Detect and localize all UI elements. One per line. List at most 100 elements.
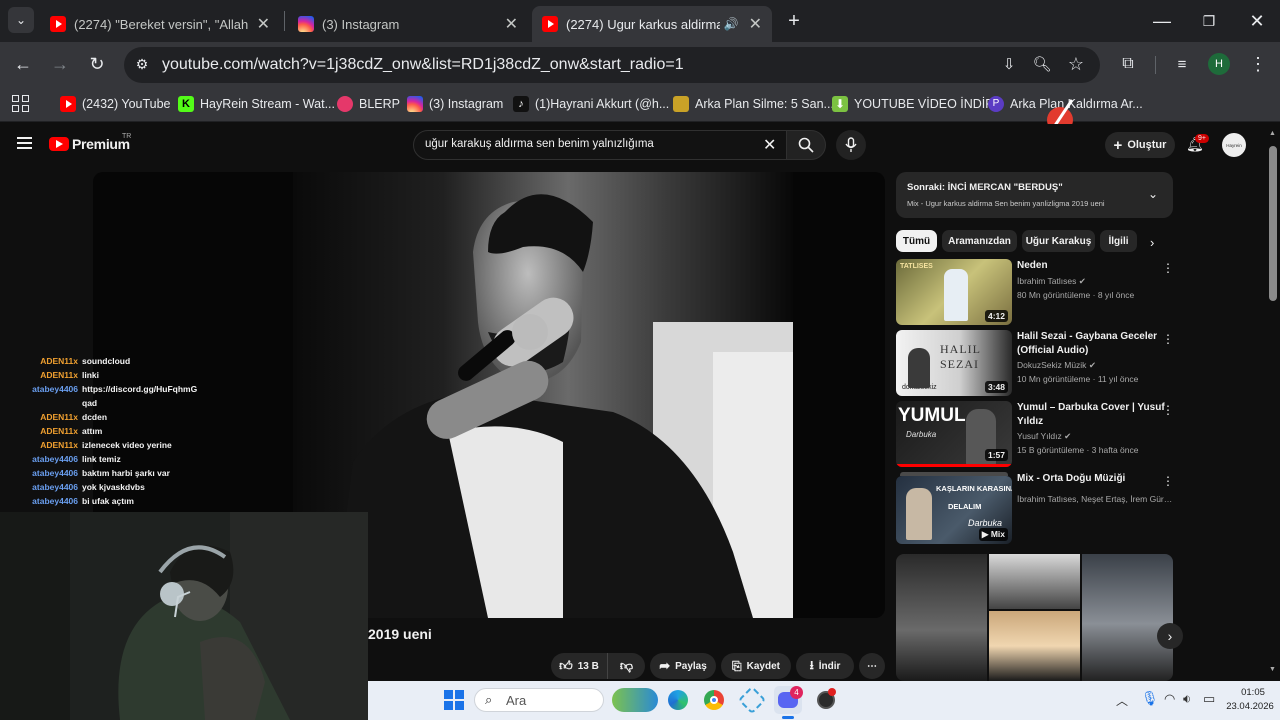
widgets-icon[interactable]	[612, 688, 658, 712]
more-actions-button[interactable]: ⋯	[859, 653, 885, 679]
upload-age: 11 yıl önce	[1097, 374, 1139, 384]
chevron-up-icon[interactable]: ︿	[1116, 692, 1128, 709]
like-button[interactable]: 👍︎ 13 B	[551, 653, 607, 679]
bookmark-arka-plan-silme[interactable]: Arka Plan Silme: 5 San...	[673, 93, 834, 115]
chat-username: ADEN11x	[40, 370, 78, 380]
recommendation-item[interactable]: TATLISES 4:12 Neden İbrahim Tatlıses ✔ 8…	[896, 259, 1186, 325]
back-button[interactable]: ←	[9, 50, 37, 78]
page-scrollbar[interactable]: ▲ ▼	[1266, 124, 1280, 681]
more-icon[interactable]: ⋮	[1162, 261, 1174, 275]
minimize-button[interactable]: —	[1139, 0, 1185, 42]
site-info-icon[interactable]: ⚙	[132, 54, 152, 74]
scrollbar-thumb[interactable]	[1269, 146, 1277, 301]
speaker-icon[interactable]: 🔊	[724, 17, 739, 31]
recommendation-item[interactable]: HALIL SEZAI dokuzsekiz 3:48 Halil Sezai …	[896, 330, 1186, 396]
url-text[interactable]: youtube.com/watch?v=1j38cdZ_onw&list=RD1…	[162, 56, 684, 74]
create-button[interactable]: + Oluştur	[1105, 132, 1175, 158]
taskbar-search-box[interactable]	[474, 688, 604, 712]
bookmark-youtube[interactable]: (2432) YouTube	[60, 93, 171, 115]
save-button[interactable]: ⎘ Kaydet	[721, 653, 791, 679]
bookmark-youtube-video-indir[interactable]: ⬇ YOUTUBE VİDEO İNDİR	[832, 93, 994, 115]
rec-channel: İbrahim Tatlıses ✔	[1017, 276, 1177, 287]
close-icon[interactable]: ✕	[257, 14, 270, 34]
clock-time[interactable]: 01:05	[1230, 687, 1276, 698]
duration-badge: ▶ Mix	[978, 528, 1008, 541]
more-icon[interactable]: ⋮	[1162, 403, 1174, 417]
media-control-icon[interactable]: ≡	[1168, 50, 1196, 78]
chrome-icon[interactable]	[700, 686, 728, 714]
webcam-overlay	[0, 512, 368, 720]
windows-start-icon[interactable]	[440, 686, 468, 714]
voice-search-button[interactable]	[836, 130, 866, 160]
edge-icon[interactable]	[664, 686, 692, 714]
like-count: 13 B	[577, 660, 599, 672]
chevron-down-icon[interactable]: ⌄	[1148, 187, 1158, 201]
youtube-logo-icon[interactable]	[49, 137, 69, 151]
install-app-icon[interactable]: ⇩	[995, 50, 1023, 78]
chip-related[interactable]: İlgili	[1100, 230, 1137, 252]
chat-username: ADEN11x	[40, 426, 78, 436]
chevron-right-icon[interactable]: ›	[1150, 235, 1154, 250]
hamburger-menu-icon[interactable]	[17, 137, 32, 149]
clear-search-icon[interactable]: ✕	[763, 135, 776, 155]
battery-icon[interactable]: ▭	[1203, 691, 1215, 707]
view-count: 10 Mn görüntüleme	[1017, 374, 1091, 384]
menu-kebab-icon[interactable]: ⋮	[1244, 50, 1272, 78]
microphone-icon[interactable]: 🎙︎	[1141, 690, 1159, 707]
taskbar-search-placeholder[interactable]: Ara	[506, 693, 526, 708]
tiktok-icon: ♪	[513, 96, 529, 112]
close-window-button[interactable]: ✕	[1234, 0, 1280, 42]
bookmark-blerp[interactable]: BLERP	[337, 93, 400, 115]
shelf-next-button[interactable]: ›	[1157, 623, 1183, 649]
short-thumbnail[interactable]	[989, 554, 1080, 609]
download-button[interactable]: ⭳ İndir	[796, 653, 854, 679]
scroll-down-icon[interactable]: ▼	[1269, 666, 1276, 673]
tab-youtube-bereket[interactable]: (2274) "Bereket versin", "Allah kaz ✕	[40, 6, 280, 42]
zoom-icon[interactable]: 🔍︎	[1028, 50, 1056, 78]
download-label: İndir	[818, 660, 841, 672]
short-thumbnail[interactable]	[896, 554, 987, 681]
tab-instagram[interactable]: (3) Instagram ✕	[288, 6, 528, 42]
scroll-up-icon[interactable]: ▲	[1269, 130, 1276, 137]
dislike-button[interactable]: 👎︎	[607, 653, 645, 679]
toolbar-divider	[1155, 56, 1156, 74]
volume-icon[interactable]: 🔉︎	[1183, 691, 1191, 707]
extensions-icon[interactable]: ⧉	[1114, 50, 1142, 78]
recommendation-item[interactable]: YUMUL Darbuka 1:57 Yumul – Darbuka Cover…	[896, 401, 1186, 467]
tab-search-button[interactable]: ⌄	[8, 7, 34, 33]
share-button[interactable]: ➦ Paylaş	[650, 653, 716, 679]
account-avatar[interactable]: Hayrein	[1222, 133, 1246, 157]
chip-all[interactable]: Tümü	[896, 230, 937, 252]
restore-button[interactable]: ❐	[1186, 0, 1232, 42]
profile-avatar[interactable]: H	[1208, 53, 1230, 75]
apps-grid-icon[interactable]	[12, 95, 29, 112]
chip-artist[interactable]: Uğur Karakuş	[1022, 230, 1095, 252]
active-app-indicator	[782, 716, 794, 719]
duration-badge: 1:57	[984, 449, 1008, 461]
recommendation-item[interactable]: KAŞLARIN KARASINA DELALIM Darbuka ▶ Mix …	[896, 472, 1186, 544]
close-icon[interactable]: ✕	[749, 14, 762, 34]
short-thumbnail[interactable]	[1082, 554, 1173, 681]
more-icon[interactable]: ⋮	[1162, 332, 1174, 346]
bookmark-star-icon[interactable]: ☆	[1062, 50, 1090, 78]
shorts-shelf[interactable]	[896, 554, 1173, 681]
tab-youtube-active[interactable]: (2274) Ugur karkus aldirma Se 🔊 ✕	[532, 6, 772, 42]
network-app-icon[interactable]	[737, 685, 767, 715]
up-next-panel[interactable]	[896, 172, 1173, 218]
new-tab-button[interactable]: +	[780, 7, 808, 35]
short-thumbnail[interactable]	[989, 611, 1080, 681]
bookmark-kick[interactable]: K HayRein Stream - Wat...	[178, 93, 335, 115]
close-icon[interactable]: ✕	[505, 14, 518, 34]
more-icon[interactable]: ⋮	[1162, 474, 1174, 488]
bookmark-instagram[interactable]: (3) Instagram	[407, 93, 503, 115]
clock-date[interactable]: 23.04.2026	[1222, 701, 1278, 712]
chip-from-search[interactable]: Aramanızdan	[942, 230, 1017, 252]
search-button[interactable]	[786, 130, 826, 160]
tab-title: (2274) Ugur karkus aldirma Se	[566, 16, 720, 32]
bookmark-tiktok[interactable]: ♪ (1)Hayrani Akkurt (@h...	[513, 93, 669, 115]
search-query[interactable]: uğur karakuş aldırma sen benim yalnızlığ…	[425, 138, 654, 150]
reload-button[interactable]: ↻	[83, 50, 111, 78]
wifi-icon[interactable]: ◠	[1164, 691, 1175, 707]
forward-button[interactable]: →	[46, 50, 74, 78]
chat-text: link temiz	[82, 454, 121, 464]
